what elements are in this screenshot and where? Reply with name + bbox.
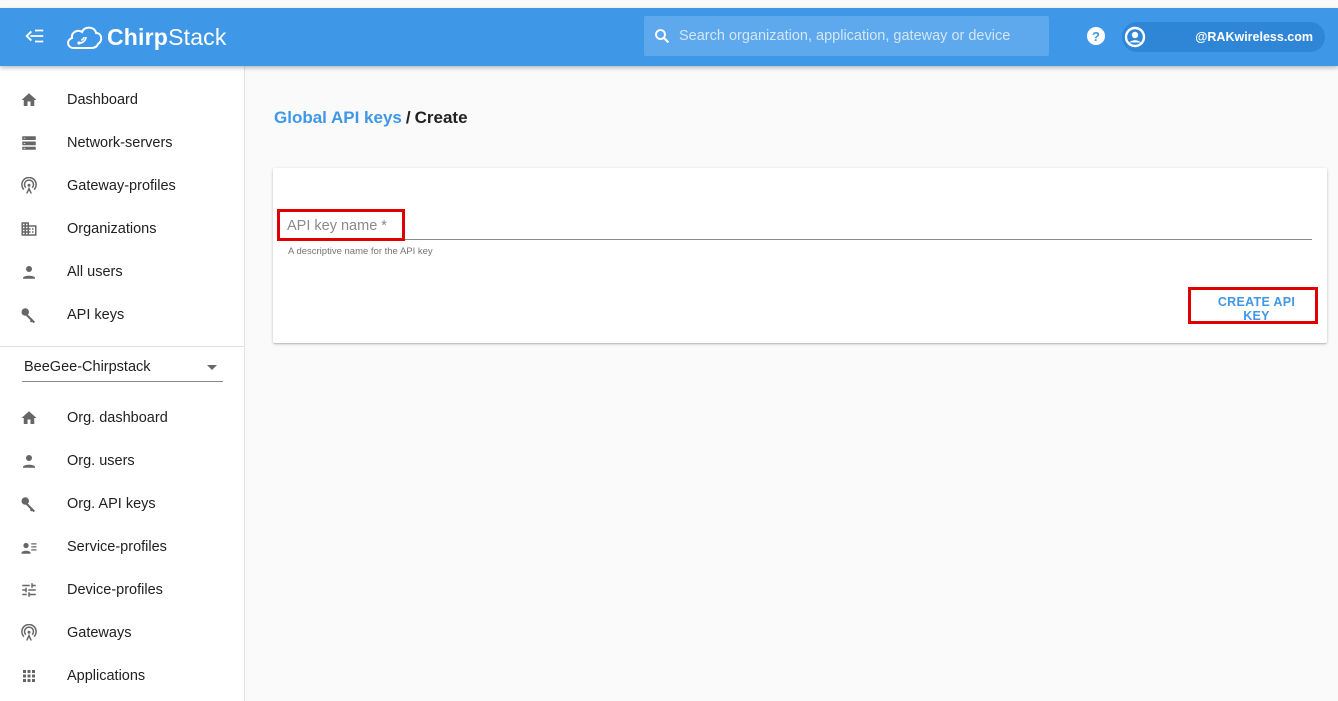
account-circle-icon bbox=[1124, 26, 1146, 48]
chirpstack-logo[interactable]: ChirpStack bbox=[64, 22, 227, 52]
breadcrumb-link-global-api-keys[interactable]: Global API keys bbox=[274, 108, 402, 127]
domain-icon bbox=[20, 220, 38, 238]
chevron-down-icon bbox=[207, 365, 217, 370]
user-icon bbox=[20, 452, 38, 470]
sidebar-item-label: All users bbox=[67, 264, 123, 280]
home-icon bbox=[20, 409, 38, 427]
sidebar-item-label: Gateways bbox=[67, 625, 132, 641]
sidebar-item-network-servers[interactable]: Network-servers bbox=[0, 123, 244, 163]
key-icon bbox=[20, 495, 38, 513]
breadcrumb-current: Create bbox=[414, 108, 468, 127]
sidebar-item-label: Org. API keys bbox=[67, 496, 156, 512]
account-details-icon bbox=[20, 538, 38, 556]
search-icon bbox=[655, 29, 670, 44]
sidebar-item-device-profiles[interactable]: Device-profiles bbox=[0, 570, 244, 610]
sidebar-item-org-users[interactable]: Org. users bbox=[0, 441, 244, 481]
create-api-key-button[interactable]: CREATE API KEY bbox=[1203, 295, 1310, 323]
api-key-name-helper: A descriptive name for the API key bbox=[288, 246, 433, 257]
user-icon bbox=[20, 263, 38, 281]
svg-text:?: ? bbox=[1092, 29, 1100, 44]
sidebar-item-label: Device-profiles bbox=[67, 582, 163, 598]
create-api-key-form: A descriptive name for the API key CREAT… bbox=[273, 168, 1327, 343]
sidebar-item-label: Organizations bbox=[67, 221, 157, 237]
apps-icon bbox=[20, 667, 38, 685]
server-icon bbox=[20, 134, 38, 152]
sidebar-item-org-api-keys[interactable]: Org. API keys bbox=[0, 484, 244, 524]
key-icon bbox=[20, 306, 38, 324]
sidebar-item-dashboard[interactable]: Dashboard bbox=[0, 80, 244, 120]
organization-selector[interactable]: BeeGee-Chirpstack bbox=[22, 352, 223, 382]
user-name: @RAKwireless.com bbox=[1195, 30, 1313, 44]
breadcrumb-separator: / bbox=[405, 108, 411, 127]
api-key-name-field[interactable] bbox=[278, 212, 1312, 240]
tune-icon bbox=[20, 581, 38, 599]
sidebar-item-label: API keys bbox=[67, 307, 125, 323]
home-icon bbox=[20, 91, 38, 109]
sidebar-item-org-dashboard[interactable]: Org. dashboard bbox=[0, 398, 244, 438]
antenna-icon bbox=[20, 623, 38, 642]
antenna-icon bbox=[20, 176, 38, 195]
sidebar-item-label: Network-servers bbox=[67, 135, 173, 151]
sidebar-item-api-keys[interactable]: API keys bbox=[0, 295, 244, 335]
help-icon[interactable]: ? bbox=[1086, 26, 1106, 46]
sidebar: Dashboard Network-servers Gateway-profil… bbox=[0, 66, 245, 701]
api-key-name-input[interactable] bbox=[287, 215, 1307, 237]
breadcrumb: Global API keys / Create bbox=[274, 108, 468, 128]
sidebar-item-label: Gateway-profiles bbox=[67, 178, 176, 194]
search-input[interactable] bbox=[679, 28, 1039, 44]
sidebar-item-gateways[interactable]: Gateways bbox=[0, 613, 244, 653]
organization-selector-value: BeeGee-Chirpstack bbox=[24, 359, 151, 375]
sidebar-item-label: Service-profiles bbox=[67, 539, 167, 555]
sidebar-item-gateway-profiles[interactable]: Gateway-profiles bbox=[0, 166, 244, 206]
sidebar-item-label: Applications bbox=[67, 668, 146, 684]
search-bar[interactable] bbox=[644, 16, 1049, 56]
sidebar-item-applications[interactable]: Applications bbox=[0, 656, 244, 696]
sidebar-item-organizations[interactable]: Organizations bbox=[0, 209, 244, 249]
top-app-bar: ChirpStack ? @RAKwireless.com bbox=[0, 8, 1338, 66]
cloud-logo-icon bbox=[67, 26, 103, 49]
collapse-menu-icon[interactable] bbox=[24, 25, 46, 47]
sidebar-divider bbox=[0, 346, 244, 347]
sidebar-item-service-profiles[interactable]: Service-profiles bbox=[0, 527, 244, 567]
sidebar-item-label: Org. users bbox=[67, 453, 135, 469]
brand-name: ChirpStack bbox=[107, 23, 227, 50]
sidebar-item-all-users[interactable]: All users bbox=[0, 252, 244, 292]
user-menu-button[interactable]: @RAKwireless.com bbox=[1122, 22, 1325, 52]
sidebar-item-label: Org. dashboard bbox=[67, 410, 168, 426]
sidebar-item-label: Dashboard bbox=[67, 92, 138, 108]
